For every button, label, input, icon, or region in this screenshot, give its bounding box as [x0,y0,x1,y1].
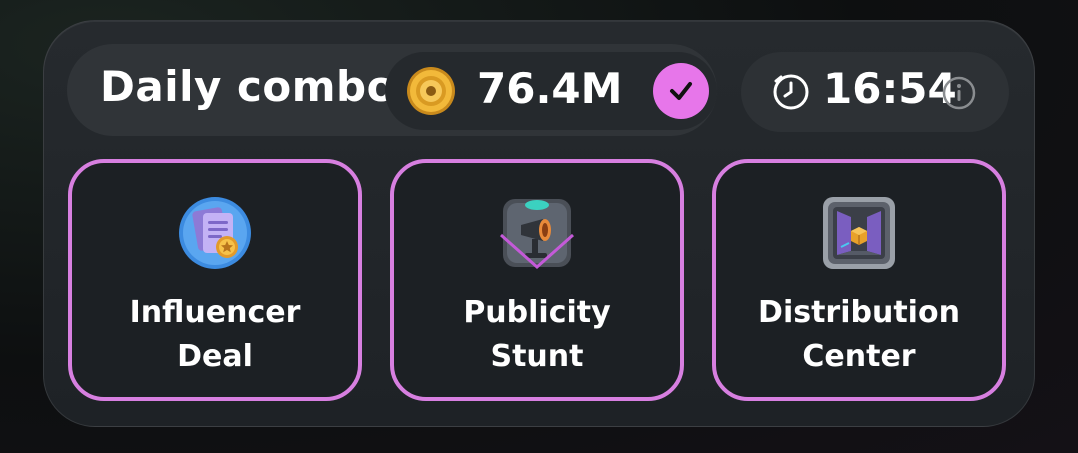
combo-card-distribution-center[interactable]: Distribution Center [712,159,1006,401]
warehouse-box-icon [823,197,895,269]
clock-icon [773,74,809,110]
info-icon[interactable] [941,75,977,111]
card-label: Publicity Stunt [463,295,611,374]
combo-card-publicity-stunt[interactable]: Publicity Stunt [390,159,684,401]
checkmark-icon [670,82,692,100]
megaphone-icon [500,199,574,270]
card-label: Distribution Center [758,295,960,374]
daily-combo-title: Daily combo [100,62,396,111]
countdown-timer: 16:54 [823,64,957,113]
combo-card-influencer-deal[interactable]: Influencer Deal [68,159,362,401]
card-label: Influencer Deal [129,295,301,374]
document-star-icon [179,197,251,269]
completed-badge [653,63,709,119]
coin-icon [407,67,455,115]
reward-amount: 76.4M [477,64,623,113]
